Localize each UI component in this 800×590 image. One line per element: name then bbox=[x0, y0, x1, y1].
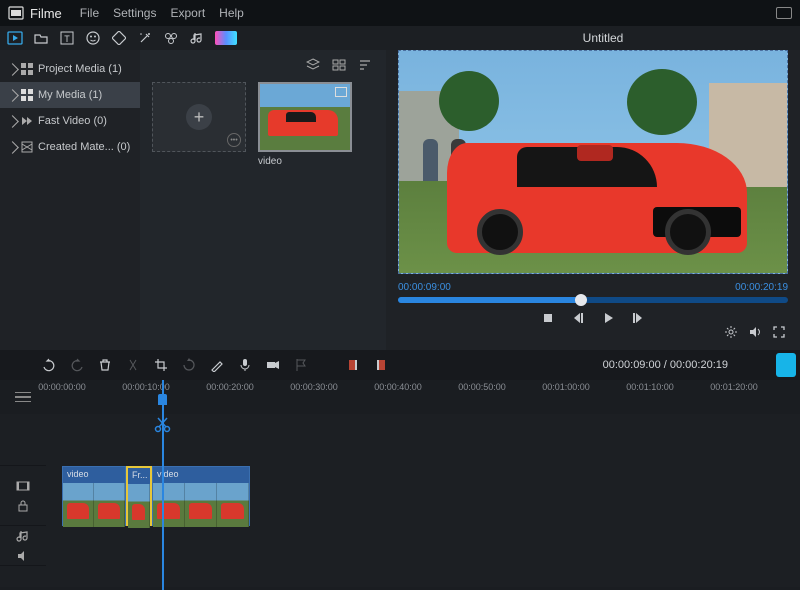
media-clip-video[interactable]: video bbox=[258, 82, 352, 167]
crop-icon[interactable] bbox=[154, 358, 168, 372]
import-options-icon[interactable]: ••• bbox=[227, 133, 241, 147]
ruler-tick-label: 00:00:30:00 bbox=[290, 382, 338, 392]
undo-icon[interactable] bbox=[42, 358, 56, 372]
menu-settings[interactable]: Settings bbox=[113, 6, 156, 20]
settings-gear-icon[interactable] bbox=[724, 325, 738, 339]
split-icon[interactable] bbox=[126, 358, 140, 372]
mic-icon[interactable] bbox=[238, 358, 252, 372]
sidebar-item-label: Fast Video (0) bbox=[38, 115, 107, 127]
sidebar-item-my-media[interactable]: My Media (1) bbox=[0, 82, 140, 108]
blur-icon[interactable] bbox=[111, 30, 127, 46]
scissors-icon[interactable] bbox=[154, 416, 171, 433]
color-adjust-icon[interactable] bbox=[210, 358, 224, 372]
sidebar-item-project-media[interactable]: Project Media (1) bbox=[0, 56, 140, 82]
ruler-tick-label: 00:00:50:00 bbox=[458, 382, 506, 392]
app-name: Filme bbox=[30, 6, 62, 21]
cam-icon[interactable] bbox=[266, 358, 280, 372]
ruler-tick-label: 00:00:20:00 bbox=[206, 382, 254, 392]
effects-icon[interactable] bbox=[137, 30, 153, 46]
fullscreen-icon[interactable] bbox=[772, 325, 786, 339]
grid-view-icon[interactable] bbox=[332, 58, 346, 72]
sidebar-item-label: Project Media (1) bbox=[38, 63, 122, 75]
media-tab-icon[interactable] bbox=[7, 30, 23, 46]
prev-frame-icon[interactable] bbox=[571, 311, 585, 325]
sticker-icon[interactable] bbox=[85, 30, 101, 46]
import-media-button[interactable]: + ••• bbox=[152, 82, 246, 152]
playhead[interactable] bbox=[162, 380, 164, 590]
volume-icon[interactable] bbox=[748, 325, 762, 339]
ruler-tick-label: 00:01:10:00 bbox=[626, 382, 674, 392]
clip-label: video bbox=[63, 467, 125, 483]
app-logo-icon bbox=[8, 6, 24, 20]
speed-icon[interactable] bbox=[163, 30, 179, 46]
timeline-ruler[interactable]: 00:00:00:0000:00:10:0000:00:20:0000:00:3… bbox=[0, 380, 800, 414]
preview-pane: 00:00:09:00 00:00:20:19 bbox=[386, 50, 800, 350]
sidebar-item-label: My Media (1) bbox=[38, 89, 102, 101]
menu-file[interactable]: File bbox=[80, 6, 99, 20]
audio-track-row[interactable] bbox=[46, 538, 800, 578]
clip-label: video bbox=[153, 467, 249, 483]
trash-icon[interactable] bbox=[98, 358, 112, 372]
marker-in-icon[interactable] bbox=[346, 358, 360, 372]
svg-text:T: T bbox=[64, 34, 70, 44]
preview-viewport[interactable] bbox=[398, 50, 788, 274]
ribbon-toolbar: T Untitled bbox=[0, 26, 800, 50]
timeline-clip[interactable]: video bbox=[152, 466, 250, 526]
timeline-clip[interactable]: Fr... bbox=[126, 466, 152, 526]
track-menu-icon[interactable] bbox=[15, 392, 31, 403]
media-clip-label: video bbox=[258, 156, 352, 167]
ruler-tick-label: 00:00:40:00 bbox=[374, 382, 422, 392]
sort-icon[interactable] bbox=[358, 58, 372, 72]
rotate-icon[interactable] bbox=[182, 358, 196, 372]
stop-icon[interactable] bbox=[541, 311, 555, 325]
ruler-tick-label: 00:01:20:00 bbox=[710, 382, 758, 392]
timeline-tracks: videoFr...video bbox=[0, 414, 800, 587]
project-sidebar: Project Media (1) My Media (1) Fast Vide… bbox=[0, 50, 140, 350]
video-track-icon[interactable] bbox=[16, 479, 30, 493]
sidebar-item-created-materials[interactable]: Created Mate... (0) bbox=[0, 134, 140, 160]
ruler-tick-label: 00:01:00:00 bbox=[542, 382, 590, 392]
title-bar: Filme File Settings Export Help bbox=[0, 0, 800, 26]
track-body[interactable]: videoFr...video bbox=[46, 414, 800, 587]
redo-icon[interactable] bbox=[70, 358, 84, 372]
sidebar-item-label: Created Mate... (0) bbox=[38, 141, 130, 153]
flag-icon[interactable] bbox=[294, 358, 308, 372]
open-icon[interactable] bbox=[33, 30, 49, 46]
timeline-toolbar: 00:00:09:00 / 00:00:20:19 bbox=[0, 350, 800, 380]
add-to-timeline-icon[interactable] bbox=[335, 87, 347, 97]
video-track-row[interactable]: videoFr...video bbox=[46, 466, 800, 526]
media-bin: + ••• video bbox=[140, 50, 386, 350]
keyboard-shortcuts-icon[interactable] bbox=[776, 7, 792, 19]
plus-icon: + bbox=[186, 104, 212, 130]
next-frame-icon[interactable] bbox=[631, 311, 645, 325]
audio-track-icon[interactable] bbox=[16, 529, 30, 543]
mute-icon[interactable] bbox=[16, 549, 30, 563]
color-grade-icon[interactable] bbox=[215, 31, 237, 45]
timeline-clip[interactable]: video bbox=[62, 466, 126, 526]
menu-help[interactable]: Help bbox=[219, 6, 244, 20]
sidebar-item-fast-video[interactable]: Fast Video (0) bbox=[0, 108, 140, 134]
preview-current-time: 00:00:09:00 bbox=[398, 282, 451, 293]
menu-export[interactable]: Export bbox=[170, 6, 205, 20]
text-icon[interactable]: T bbox=[59, 30, 75, 46]
timeline-timecode: 00:00:09:00 / 00:00:20:19 bbox=[603, 359, 728, 371]
play-icon[interactable] bbox=[601, 311, 615, 325]
audio-icon[interactable] bbox=[189, 30, 205, 46]
preview-end-time: 00:00:20:19 bbox=[735, 282, 788, 293]
ruler-tick-label: 00:00:00:00 bbox=[38, 382, 86, 392]
clip-label: Fr... bbox=[128, 468, 150, 484]
chapter-button[interactable] bbox=[776, 353, 796, 377]
layers-icon[interactable] bbox=[306, 58, 320, 72]
preview-title: Untitled bbox=[413, 31, 793, 45]
lock-icon[interactable] bbox=[16, 499, 30, 513]
marker-out-icon[interactable] bbox=[374, 358, 388, 372]
